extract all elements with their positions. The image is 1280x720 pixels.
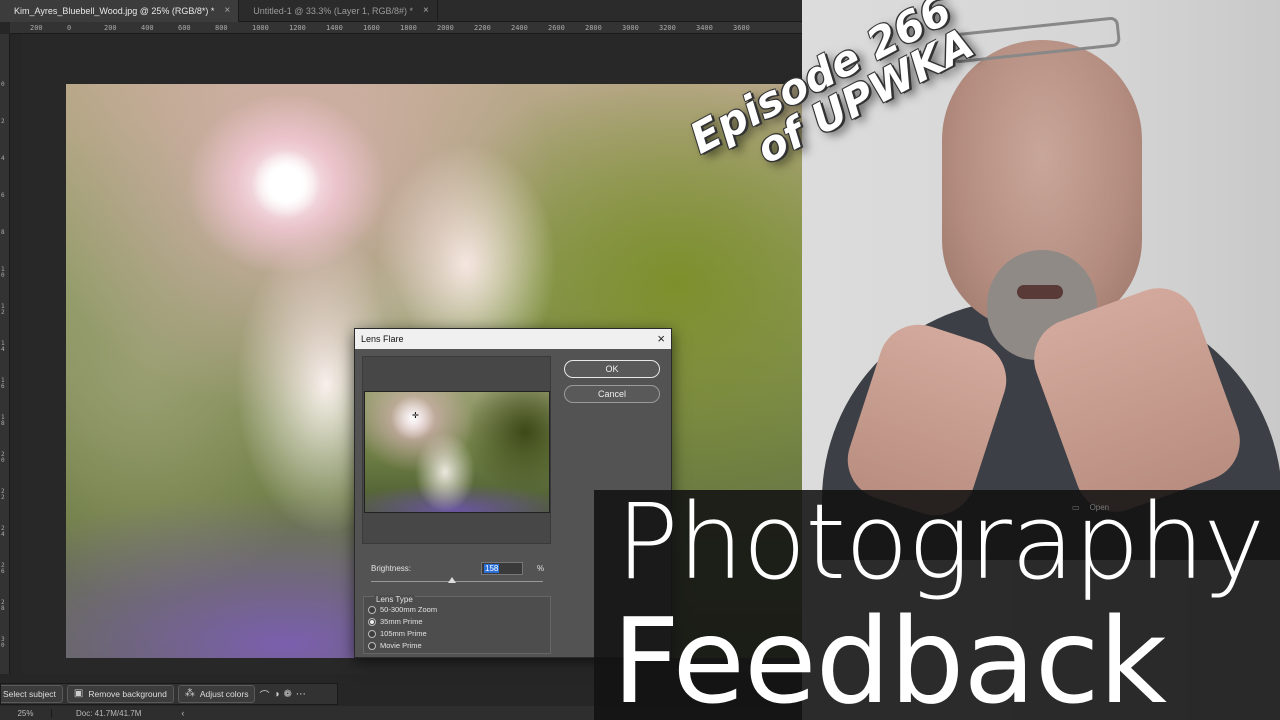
lens-option-label: 35mm Prime (380, 617, 423, 626)
ruler-tick-label: 2 4 (1, 525, 5, 538)
brightness-value: 158 (484, 564, 500, 573)
radio-button[interactable] (368, 605, 376, 614)
brightness-label: Brightness: (371, 564, 412, 573)
lens-option-label: 50-300mm Zoom (380, 605, 438, 614)
ok-button[interactable]: OK (564, 360, 660, 378)
ruler-tick-label: 2 6 (1, 562, 5, 575)
ruler-tick-label: 2600 (548, 24, 565, 32)
document-tab-label: Kim_Ayres_Bluebell_Wood.jpg @ 25% (RGB/8… (14, 6, 215, 16)
lens-flare-highlight (251, 149, 321, 219)
ruler-tick-label: 2 (1, 118, 5, 125)
lens-option-label: Movie Prime (380, 641, 422, 650)
ruler-tick-label: 2 8 (1, 599, 5, 612)
ruler-tick-label: 1 4 (1, 340, 5, 353)
select-subject-label: Select subject (3, 689, 56, 699)
ruler-tick-label: 1 2 (1, 303, 5, 316)
radio-button[interactable] (368, 617, 376, 626)
select-subject-button[interactable]: Select subject (1, 685, 63, 703)
close-icon[interactable]: × (657, 329, 665, 349)
radio-button[interactable] (368, 641, 376, 650)
vertical-ruler[interactable]: 0 2 4 6 8 1 0 1 2 1 4 1 6 1 8 2 0 2 2 2 4 2 6 2 8 3 0 (0, 34, 10, 674)
image-icon: ▣ (73, 688, 84, 699)
lens-type-group: Lens Type 50-300mm Zoom 35mm Prime 105mm… (363, 595, 551, 654)
more-icon[interactable]: ⋯ (296, 689, 306, 700)
ruler-tick-label: 400 (141, 24, 154, 32)
dialog-title-bar[interactable]: Lens Flare × (355, 329, 671, 349)
ruler-tick-label: 3 0 (1, 636, 5, 649)
ruler-tick-label: 1000 (252, 24, 269, 32)
ruler-tick-label: 0 (67, 24, 72, 32)
ruler-tick-label: 8 (1, 229, 5, 236)
ruler-tick-label: 2000 (437, 24, 454, 32)
ruler-tick-label: 2 2 (1, 488, 5, 501)
ruler-tick-label: 600 (178, 24, 191, 32)
brightness-slider-handle[interactable] (447, 577, 456, 583)
zoom-level[interactable]: 25% (0, 708, 52, 718)
ruler-tick-label: 4 (1, 155, 5, 162)
video-title-line-1: Photography (616, 481, 1265, 603)
lens-option-movie-prime[interactable]: Movie Prime (368, 641, 422, 650)
presenter-mouth (1017, 285, 1063, 299)
video-title-line-2: Feedback (612, 592, 1167, 720)
ruler-tick-label: 3400 (696, 24, 713, 32)
adjust-colors-label: Adjust colors (199, 689, 249, 699)
chevron-left-icon[interactable]: ‹ (141, 708, 184, 718)
close-icon[interactable]: × (224, 0, 230, 22)
effects-icon[interactable]: ❁ (284, 689, 292, 700)
remove-background-button[interactable]: ▣ Remove background (66, 685, 174, 703)
flare-preview-frame: ✛ (362, 356, 551, 544)
lens-option-label: 105mm Prime (380, 629, 427, 638)
ruler-tick-label: 2400 (511, 24, 528, 32)
ruler-tick-label: 0 (1, 81, 5, 88)
dots-icon: ⁂ (184, 688, 195, 699)
close-icon[interactable]: × (423, 0, 429, 22)
adjust-colors-button[interactable]: ⁂ Adjust colors (177, 685, 256, 703)
document-tab-label: Untitled-1 @ 33.3% (Layer 1, RGB/8#) * (253, 6, 413, 16)
ruler-tick-label: 2800 (585, 24, 602, 32)
document-tab-bluebell[interactable]: Kim_Ayres_Bluebell_Wood.jpg @ 25% (RGB/8… (0, 0, 240, 22)
ruler-tick-label: 1600 (363, 24, 380, 32)
ruler-tick-label: 1 6 (1, 377, 5, 390)
ruler-tick-label: 800 (215, 24, 228, 32)
radio-button[interactable] (368, 629, 376, 638)
lasso-icon[interactable]: ⌒ (259, 687, 269, 702)
dialog-title: Lens Flare (361, 334, 404, 344)
remove-background-label: Remove background (88, 689, 167, 699)
brightness-unit: % (537, 564, 545, 573)
horizontal-ruler[interactable]: 200 0 200 400 600 800 1000 1200 1400 1600 1800 2000… (10, 22, 802, 34)
document-tab-bar: Kim_Ayres_Bluebell_Wood.jpg @ 25% (RGB/8… (0, 0, 802, 22)
lens-option-105mm-prime[interactable]: 105mm Prime (368, 629, 427, 638)
ruler-tick-label: 1800 (400, 24, 417, 32)
ruler-tick-label: 6 (1, 192, 5, 199)
brightness-input[interactable]: 158 (481, 562, 523, 575)
ruler-tick-label: 3200 (659, 24, 676, 32)
ruler-tick-label: 1400 (326, 24, 343, 32)
document-size-info: Doc: 41.7M/41.7M (76, 708, 142, 718)
contrast-icon[interactable]: ◑ (273, 689, 279, 700)
cancel-button[interactable]: Cancel (564, 385, 660, 403)
ruler-tick-label: 1200 (289, 24, 306, 32)
ruler-tick-label: 200 (104, 24, 117, 32)
ruler-tick-label: 200 (30, 24, 43, 32)
ruler-tick-label: 1 0 (1, 266, 5, 279)
document-tab-untitled[interactable]: Untitled-1 @ 33.3% (Layer 1, RGB/8#) * × (239, 0, 438, 22)
ruler-tick-label: 2 0 (1, 451, 5, 464)
flare-preview-image[interactable]: ✛ (364, 391, 550, 513)
contextual-task-bar: Select subject ▣ Remove background ⁂ Adj… (0, 683, 338, 705)
brightness-slider[interactable] (371, 581, 543, 582)
ruler-tick-label: 3600 (733, 24, 750, 32)
lens-type-label: Lens Type (374, 595, 415, 604)
lens-option-50-300mm-zoom[interactable]: 50-300mm Zoom (368, 605, 437, 614)
ruler-tick-label: 1 8 (1, 414, 5, 427)
ruler-tick-label: 2200 (474, 24, 491, 32)
flare-center-crosshair-icon[interactable]: ✛ (412, 411, 419, 420)
ruler-tick-label: 3000 (622, 24, 639, 32)
lens-option-35mm-prime[interactable]: 35mm Prime (368, 617, 423, 626)
